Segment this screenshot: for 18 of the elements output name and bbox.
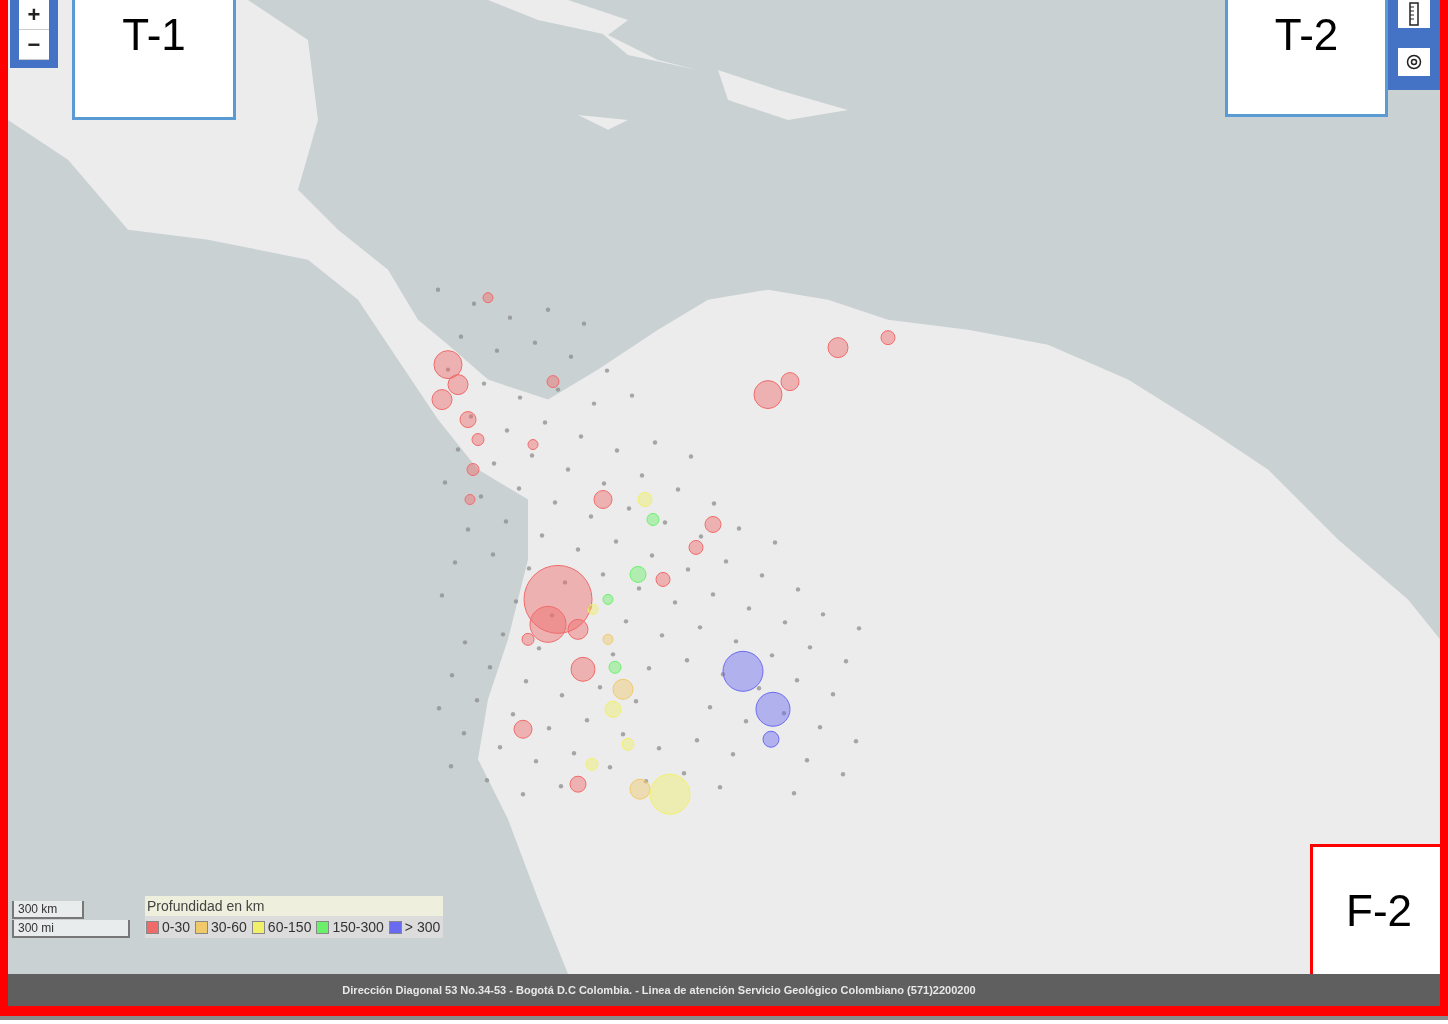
legend-label: 150-300 <box>332 919 384 935</box>
footer-text: Dirección Diagonal 53 No.34-53 - Bogotá D.C Colombia. - Linea de atención Servicio Geológico Colombiano (571)2200200 <box>342 984 976 996</box>
target-icon <box>1406 54 1422 70</box>
annotation-label: T-2 <box>1274 10 1339 60</box>
legend-label: 30-60 <box>211 919 247 935</box>
zoom-out-button[interactable]: − <box>19 30 49 60</box>
zoom-in-button[interactable]: + <box>19 0 49 30</box>
locate-button[interactable] <box>1398 48 1430 76</box>
legend-label: > 300 <box>404 919 441 935</box>
legend-label: 60-150 <box>267 919 312 935</box>
legend-title: Profundidad en km <box>145 896 444 916</box>
scale-bar: 300 km <box>12 901 84 919</box>
annotation-label: T-1 <box>122 10 186 60</box>
annotation-label: F-2 <box>1346 886 1412 936</box>
ruler-icon <box>1409 2 1419 26</box>
legend-label: 0-30 <box>162 919 191 935</box>
measure-button[interactable] <box>1398 0 1430 28</box>
scale-bar: 300 mi <box>12 920 130 938</box>
